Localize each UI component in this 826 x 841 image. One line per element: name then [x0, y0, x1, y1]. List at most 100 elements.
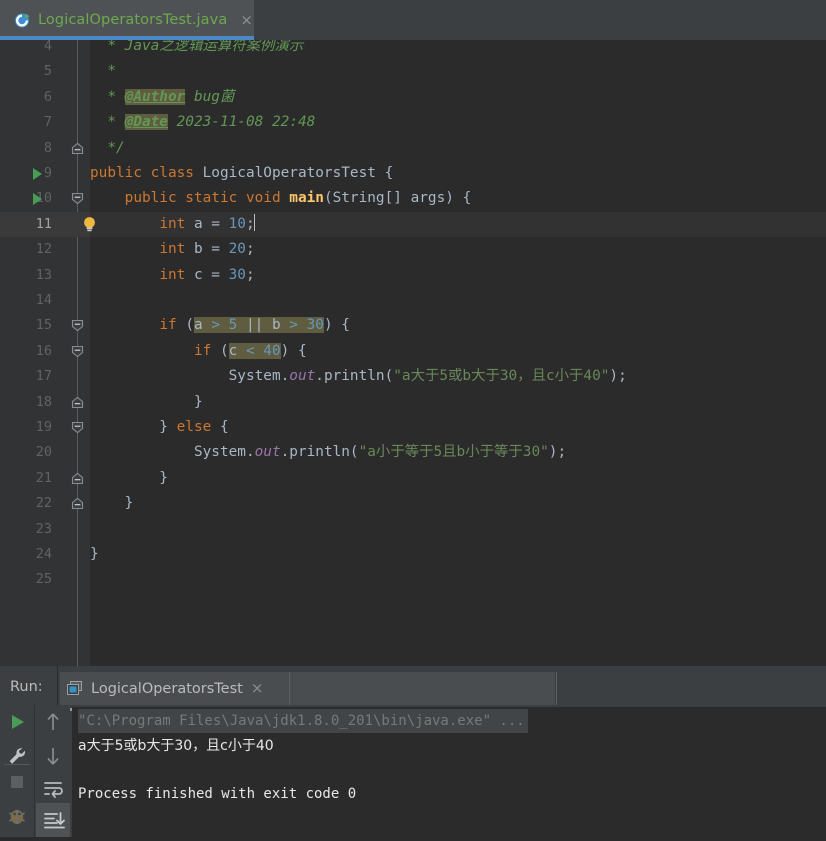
line-number: 25: [35, 571, 52, 588]
token-fld: out: [254, 444, 281, 461]
code-text: public static void main(String[] args) {: [90, 186, 472, 211]
code-text: if (a > 5 || b > 30) {: [90, 313, 350, 338]
editor-line[interactable]: 12 int b = 20;: [0, 237, 826, 262]
line-number: 23: [35, 520, 52, 537]
token-plain-hl: c: [228, 342, 246, 359]
editor-line[interactable]: 24}: [0, 542, 826, 567]
line-number: 22: [35, 495, 52, 512]
header-divider-left: [57, 666, 58, 705]
fold-collapse-icon[interactable]: [66, 339, 90, 364]
editor-tab-logicaloperatorstest[interactable]: LogicalOperatorsTest.java ×: [0, 0, 254, 40]
intention-bulb-icon[interactable]: [82, 216, 97, 233]
token-plain: (: [185, 317, 194, 334]
token-plain: );: [548, 444, 567, 461]
token-cls: String: [332, 190, 385, 207]
line-number: 17: [35, 368, 52, 385]
editor-line[interactable]: 19 } else {: [0, 415, 826, 440]
line-number: 12: [35, 241, 52, 258]
console-output[interactable]: "C:\Program Files\Java\jdk1.8.0_201\bin\…: [72, 705, 826, 837]
code-text: *: [90, 59, 116, 84]
token-kw: if: [159, 317, 186, 334]
code-text: int b = 20;: [90, 237, 255, 262]
token-plain: LogicalOperatorsTest: [202, 165, 385, 181]
arrow-down-icon[interactable]: [36, 739, 70, 773]
code-text: * @Date 2023-11-08 22:48: [90, 110, 315, 135]
line-number: 13: [35, 266, 52, 283]
token-num-hl: 30: [306, 317, 324, 334]
console-output-line-1: a大于5或b大于30，且c小于40: [78, 738, 274, 754]
editor-line[interactable]: 6 * @Author bug菌: [0, 85, 826, 110]
token-cmt: *: [90, 40, 125, 54]
close-icon[interactable]: ×: [251, 681, 264, 696]
scroll-to-end-icon[interactable]: [36, 803, 70, 837]
fold-collapse-icon[interactable]: [66, 313, 90, 338]
token-plain: ;: [245, 266, 255, 283]
editor-line[interactable]: 10 public static void main(String[] args…: [0, 186, 826, 211]
editor-line[interactable]: 25: [0, 567, 826, 592]
token-plain-hl: b: [271, 317, 290, 334]
fold-collapse-icon[interactable]: [66, 186, 90, 211]
line-number: 9: [43, 165, 52, 181]
editor-line[interactable]: 17 System.out.println("a大于5或b大于30，且c小于40…: [0, 364, 826, 389]
token-str: "a小于等于5且b小于等于30": [358, 444, 549, 461]
token-plain: .println(: [280, 444, 359, 461]
code-text: */: [90, 136, 125, 161]
editor-line[interactable]: 20 System.out.println("a小于等于5且b小于等于30");: [0, 440, 826, 465]
code-editor[interactable]: 4 * Java之逻辑运算符案例演示 5 * 6 * @Author bug菌 7 *…: [0, 40, 826, 666]
bug-icon[interactable]: [0, 799, 34, 833]
token-plain: a =: [193, 215, 229, 232]
editor-line[interactable]: 16 if (c < 40) {: [0, 339, 826, 364]
line-number: 4: [43, 40, 52, 54]
code-text: } else {: [90, 415, 228, 440]
editor-line[interactable]: 22 }: [0, 491, 826, 516]
token-plain: {: [384, 165, 394, 181]
editor-line[interactable]: 18 }: [0, 390, 826, 415]
console-output-line-3: Process finished with exit code 0: [78, 786, 357, 802]
editor-tab-label: LogicalOperatorsTest.java: [38, 12, 228, 28]
run-gutter-icon[interactable]: [33, 193, 42, 206]
token-plain: }: [90, 419, 177, 435]
token-cmt: */: [90, 139, 125, 156]
token-num-hl: 5: [228, 317, 246, 334]
token-mtd: main: [289, 190, 324, 207]
fold-end-icon[interactable]: [66, 390, 90, 415]
editor-line[interactable]: 23: [0, 517, 826, 542]
token-plain: ;: [245, 241, 255, 258]
stop-button[interactable]: [0, 765, 34, 799]
editor-tab-bar: LogicalOperatorsTest.java ×: [0, 0, 826, 40]
editor-line[interactable]: 9 public class LogicalOperatorsTest {: [0, 161, 826, 186]
editor-line[interactable]: 4 * Java之逻辑运算符案例演示: [0, 40, 826, 59]
fold-collapse-icon[interactable]: [66, 415, 90, 440]
header-divider-mid: [289, 672, 290, 705]
rerun-button[interactable]: [0, 705, 34, 739]
run-gutter-icon[interactable]: [33, 168, 42, 180]
run-configuration-tab[interactable]: LogicalOperatorsTest ×: [60, 672, 555, 705]
fold-end-icon[interactable]: [66, 136, 90, 161]
fold-end-icon[interactable]: [66, 491, 90, 516]
token-num: 20: [228, 241, 246, 258]
soft-wrap-icon[interactable]: [36, 771, 70, 805]
editor-line[interactable]: 11 int a = 10;: [0, 211, 826, 238]
editor-line[interactable]: 13 int c = 30;: [0, 263, 826, 288]
run-toolbar-right: [36, 705, 70, 837]
editor-line[interactable]: 21 }: [0, 466, 826, 491]
token-fld: out: [289, 368, 316, 385]
editor-line[interactable]: 7 * @Date 2023-11-08 22:48: [0, 110, 826, 135]
editor-line[interactable]: 15 if (a > 5 || b > 30) {: [0, 313, 826, 338]
editor-line[interactable]: 8 */: [0, 136, 826, 161]
fold-end-icon[interactable]: [66, 466, 90, 491]
close-icon[interactable]: ×: [240, 12, 253, 28]
code-text: }: [90, 466, 168, 491]
token-num: 10: [228, 215, 246, 232]
arrow-up-icon[interactable]: [36, 705, 70, 739]
code-text: * Java之逻辑运算符案例演示: [90, 40, 303, 59]
code-text: if (c < 40) {: [90, 339, 307, 364]
editor-line[interactable]: 5 *: [0, 59, 826, 84]
editor-line[interactable]: 14: [0, 288, 826, 313]
